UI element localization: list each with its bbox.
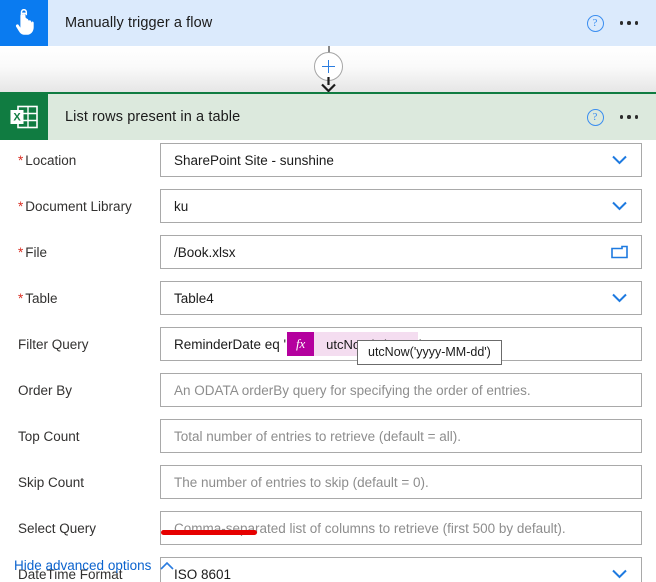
file-value: /Book.xlsx [174,244,236,260]
help-icon[interactable]: ? [586,14,604,32]
action-card[interactable]: X List rows present in a table ? [0,92,656,140]
table-input[interactable]: Table4 [160,281,642,315]
trigger-card[interactable]: Manually trigger a flow ? [0,0,656,46]
required-asterisk: * [18,244,24,260]
field-row-document-library: * Document Library ku [0,186,656,226]
expression-tooltip: utcNow('yyyy-MM-dd') [357,340,502,365]
field-row-select-query: Select Query Comma-separated list of col… [0,508,656,548]
chevron-down-icon[interactable] [612,293,627,303]
fx-label: fx [295,336,306,351]
chevron-down-icon[interactable] [612,155,627,165]
chevron-down-icon[interactable] [612,201,627,211]
more-options-icon[interactable] [619,115,638,119]
field-label-filter-query: Filter Query [18,336,89,352]
field-label-order-by: Order By [18,382,73,398]
field-label-top-count: Top Count [18,428,80,444]
arrow-down-icon [321,77,336,92]
order-by-placeholder: An ODATA orderBy query for specifying th… [174,382,531,398]
flow-connector [0,46,656,92]
field-row-filter-query: Filter Query ReminderDate eq ' fx utcNow… [0,324,656,364]
document-library-value: ku [174,198,189,214]
field-label-file: * File [18,244,48,260]
field-label-location: * Location [18,152,77,168]
flow-designer-canvas: Manually trigger a flow ? X List rows pr… [0,0,656,582]
table-value: Table4 [174,290,214,306]
required-asterisk: * [18,152,24,168]
datetime-format-value: ISO 8601 [174,566,232,582]
excel-icon: X [0,94,48,140]
action-card-tools: ? [586,108,656,126]
field-row-order-by: Order By An ODATA orderBy query for spec… [0,370,656,410]
field-label-select-query: Select Query [18,520,97,536]
location-value: SharePoint Site - sunshine [174,152,334,168]
file-input[interactable]: /Book.xlsx [160,235,642,269]
document-library-input[interactable]: ku [160,189,642,223]
field-row-table: * Table Table4 [0,278,656,318]
field-label-skip-count: Skip Count [18,474,85,490]
hide-advanced-options-label: Hide advanced options [14,558,152,573]
field-label-table: * Table [18,290,58,306]
filter-query-prefix: ReminderDate eq ' [174,336,287,352]
field-row-skip-count: Skip Count The number of entries to skip… [0,462,656,502]
required-asterisk: * [18,290,24,306]
required-asterisk: * [18,198,24,214]
chevron-up-icon [160,561,174,570]
order-by-input[interactable]: An ODATA orderBy query for specifying th… [160,373,642,407]
field-label-document-library: * Document Library [18,198,132,214]
hide-advanced-options-link[interactable]: Hide advanced options [14,558,174,573]
skip-count-input[interactable]: The number of entries to skip (default =… [160,465,642,499]
top-count-input[interactable]: Total number of entries to retrieve (def… [160,419,642,453]
select-query-input[interactable]: Comma-separated list of columns to retri… [160,511,642,545]
help-icon[interactable]: ? [586,108,604,126]
field-row-location: * Location SharePoint Site - sunshine [0,140,656,180]
folder-picker-icon[interactable] [611,245,628,260]
touch-hand-icon [0,0,48,46]
chevron-down-icon[interactable] [612,569,627,579]
field-row-top-count: Top Count Total number of entries to ret… [0,416,656,456]
location-input[interactable]: SharePoint Site - sunshine [160,143,642,177]
action-parameters-form: * Location SharePoint Site - sunshine * Do… [0,140,656,582]
fx-icon: fx [287,332,315,356]
top-count-placeholder: Total number of entries to retrieve (def… [174,428,462,444]
skip-count-placeholder: The number of entries to skip (default =… [174,474,429,490]
action-card-title: List rows present in a table [65,109,241,125]
svg-text:X: X [13,112,21,124]
datetime-format-input[interactable]: ISO 8601 [160,557,642,582]
annotation-underline [161,530,257,535]
trigger-card-tools: ? [586,14,656,32]
trigger-card-title: Manually trigger a flow [65,15,213,31]
more-options-icon[interactable] [619,21,638,25]
field-row-file: * File /Book.xlsx [0,232,656,272]
